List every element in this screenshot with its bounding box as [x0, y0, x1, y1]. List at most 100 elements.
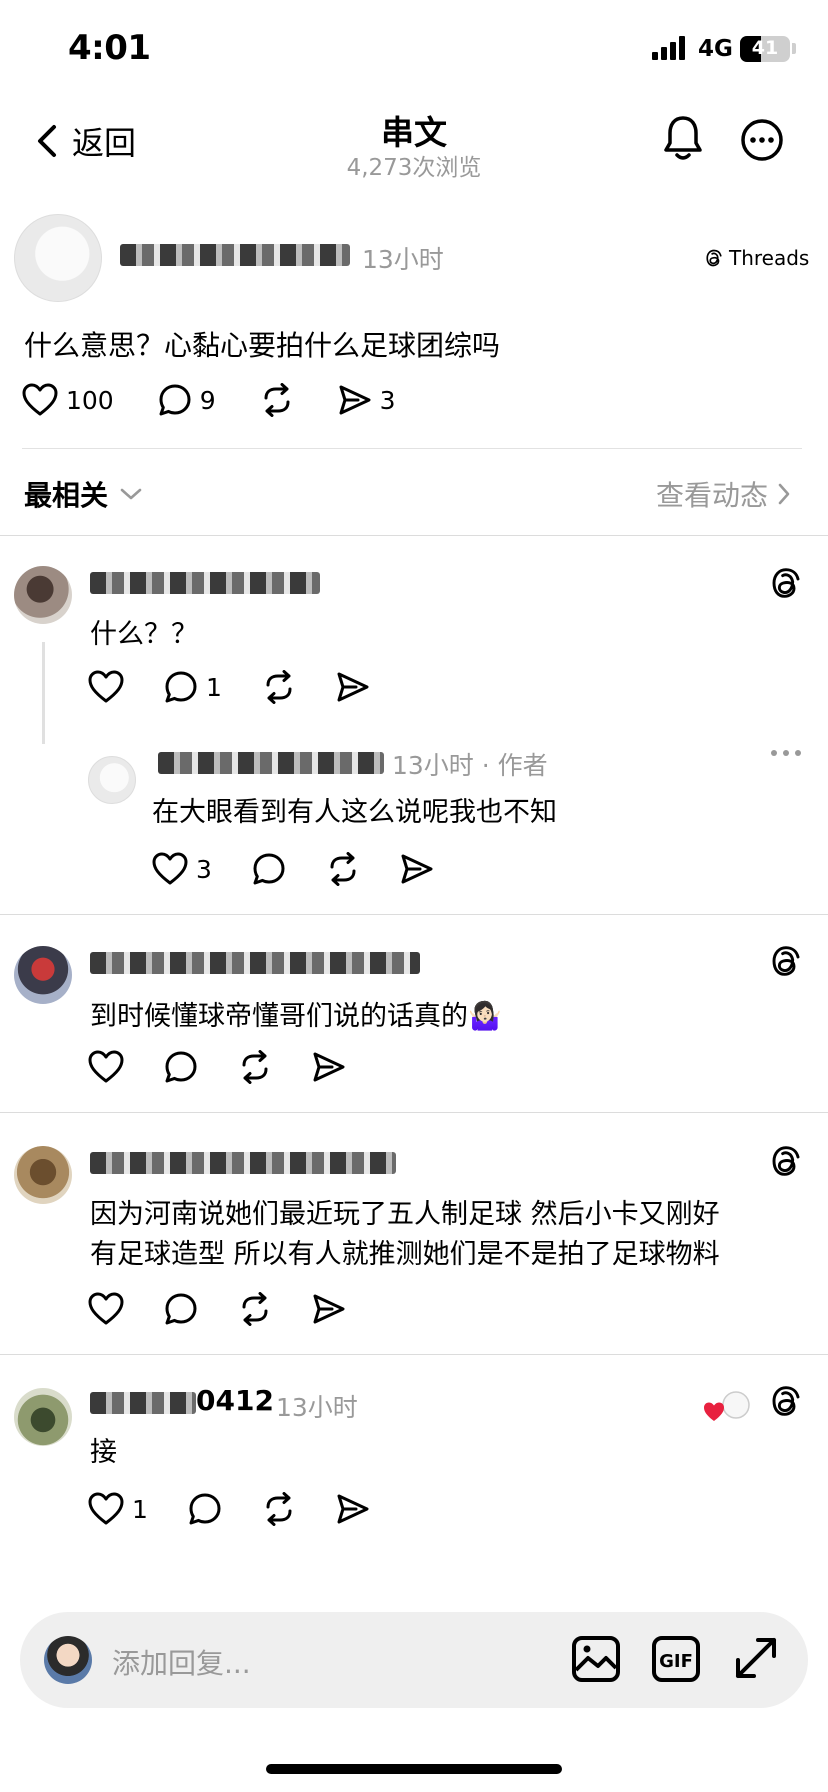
reply-actions	[88, 1292, 386, 1326]
sort-label: 最相关	[24, 479, 109, 512]
post-author-avatar[interactable]	[14, 214, 102, 302]
repost-button[interactable]	[262, 1492, 296, 1526]
send-icon	[312, 1293, 346, 1325]
repost-button[interactable]	[238, 1292, 272, 1326]
repost-button[interactable]	[262, 670, 296, 704]
repost-icon	[326, 852, 360, 886]
status-time: 4:01	[68, 28, 151, 68]
image-icon[interactable]	[570, 1634, 622, 1684]
divider	[0, 1354, 828, 1355]
repost-button[interactable]	[260, 383, 294, 417]
like-button[interactable]: 100	[22, 383, 114, 417]
like-button[interactable]	[88, 1050, 124, 1084]
reply-username-redacted[interactable]	[90, 1392, 196, 1414]
more-options-icon[interactable]	[740, 118, 784, 162]
comment-button[interactable]	[164, 1050, 198, 1084]
author-avatar[interactable]	[88, 756, 136, 804]
reply-text: 在大眼看到有人这么说呢我也不知	[152, 797, 557, 828]
battery-tip	[792, 43, 796, 54]
svg-text:GIF: GIF	[659, 1651, 693, 1672]
reply-username-redacted[interactable]	[90, 1152, 396, 1174]
heart-icon	[88, 1292, 124, 1326]
reply-username-redacted[interactable]	[90, 572, 320, 594]
chevron-right-icon	[778, 483, 790, 505]
comment-icon	[164, 670, 198, 704]
reply-actions: 1	[88, 1492, 410, 1526]
reply-avatar[interactable]	[14, 1146, 72, 1204]
send-icon	[338, 384, 372, 416]
share-button[interactable]	[312, 1293, 346, 1325]
comment-icon	[252, 852, 286, 886]
threads-logo-icon	[705, 248, 723, 268]
threads-logo-icon[interactable]	[770, 1144, 802, 1178]
share-count: 3	[379, 385, 396, 415]
like-button[interactable]	[88, 670, 124, 704]
heart-icon	[22, 383, 58, 417]
reply-text-line: 有足球造型 所以有人就推测她们是不是拍了足球物料	[90, 1239, 720, 1270]
like-button[interactable]: 1	[88, 1492, 148, 1526]
comment-button[interactable]: 9	[158, 383, 216, 417]
divider	[0, 1112, 828, 1113]
comment-icon	[164, 1050, 198, 1084]
comment-button[interactable]	[164, 1292, 198, 1326]
reply-username-visible[interactable]: 0412	[196, 1384, 274, 1417]
reply-username-redacted[interactable]	[90, 952, 420, 974]
heart-icon	[88, 1492, 124, 1526]
send-icon	[400, 853, 434, 885]
heart-icon	[88, 670, 124, 704]
network-type: 4G	[698, 36, 733, 62]
like-count: 100	[66, 385, 114, 415]
reply-avatar[interactable]	[14, 946, 72, 1004]
reply-text: 接	[90, 1437, 117, 1468]
signal-icon	[652, 36, 688, 60]
reply-actions: 1	[88, 670, 410, 704]
repost-button[interactable]	[238, 1050, 272, 1084]
repost-button[interactable]	[326, 852, 360, 886]
reply-username-redacted[interactable]	[158, 752, 384, 774]
comment-icon	[188, 1492, 222, 1526]
send-icon	[336, 1493, 370, 1525]
share-button[interactable]: 3	[338, 384, 396, 416]
like-button[interactable]	[88, 1292, 124, 1326]
thread-connector-line	[42, 642, 45, 744]
divider	[22, 448, 802, 449]
share-button[interactable]	[336, 1493, 370, 1525]
reply-input[interactable]: 添加回复...	[112, 1642, 251, 1682]
threads-logo-icon[interactable]	[770, 1384, 802, 1418]
reply-avatar[interactable]	[14, 566, 72, 624]
divider	[0, 535, 828, 536]
reply-text: 什么？？	[90, 619, 198, 650]
home-indicator	[266, 1764, 562, 1774]
expand-icon[interactable]	[732, 1634, 780, 1682]
bell-icon[interactable]	[662, 114, 704, 162]
threads-badge-label: Threads	[729, 246, 810, 270]
comment-button[interactable]	[188, 1492, 222, 1526]
comment-button[interactable]	[252, 852, 286, 886]
threads-source-badge[interactable]: Threads	[705, 246, 809, 270]
comment-button[interactable]: 1	[164, 670, 222, 704]
more-dots-icon[interactable]	[770, 748, 802, 758]
heart-icon	[88, 1050, 124, 1084]
reply-avatar[interactable]	[14, 1388, 72, 1446]
sort-dropdown[interactable]: 最相关	[24, 474, 142, 514]
threads-logo-icon[interactable]	[770, 944, 802, 978]
reply-time: 13小时	[276, 1393, 358, 1422]
reply-time: 13小时 · 作者	[392, 751, 548, 780]
view-activity-label: 查看动态	[656, 479, 769, 512]
view-activity-link[interactable]: 查看动态	[656, 474, 790, 514]
repost-icon	[238, 1050, 272, 1084]
gif-icon[interactable]: GIF	[650, 1634, 702, 1684]
share-button[interactable]	[400, 853, 434, 885]
reply-text-line: 因为河南说她们最近玩了五人制足球 然后小卡又刚好	[90, 1199, 720, 1230]
repost-icon	[262, 670, 296, 704]
post-actions: 100 9 3	[22, 383, 440, 417]
comment-count: 9	[199, 385, 216, 415]
liked-by-author-badge	[704, 1390, 754, 1424]
share-button[interactable]	[312, 1051, 346, 1083]
battery-icon: 41	[740, 36, 790, 62]
post-author-username-redacted[interactable]	[120, 244, 350, 266]
like-button[interactable]: 3	[152, 852, 212, 886]
threads-logo-icon[interactable]	[770, 566, 802, 600]
share-button[interactable]	[336, 671, 370, 703]
post-time: 13小时	[362, 245, 444, 274]
